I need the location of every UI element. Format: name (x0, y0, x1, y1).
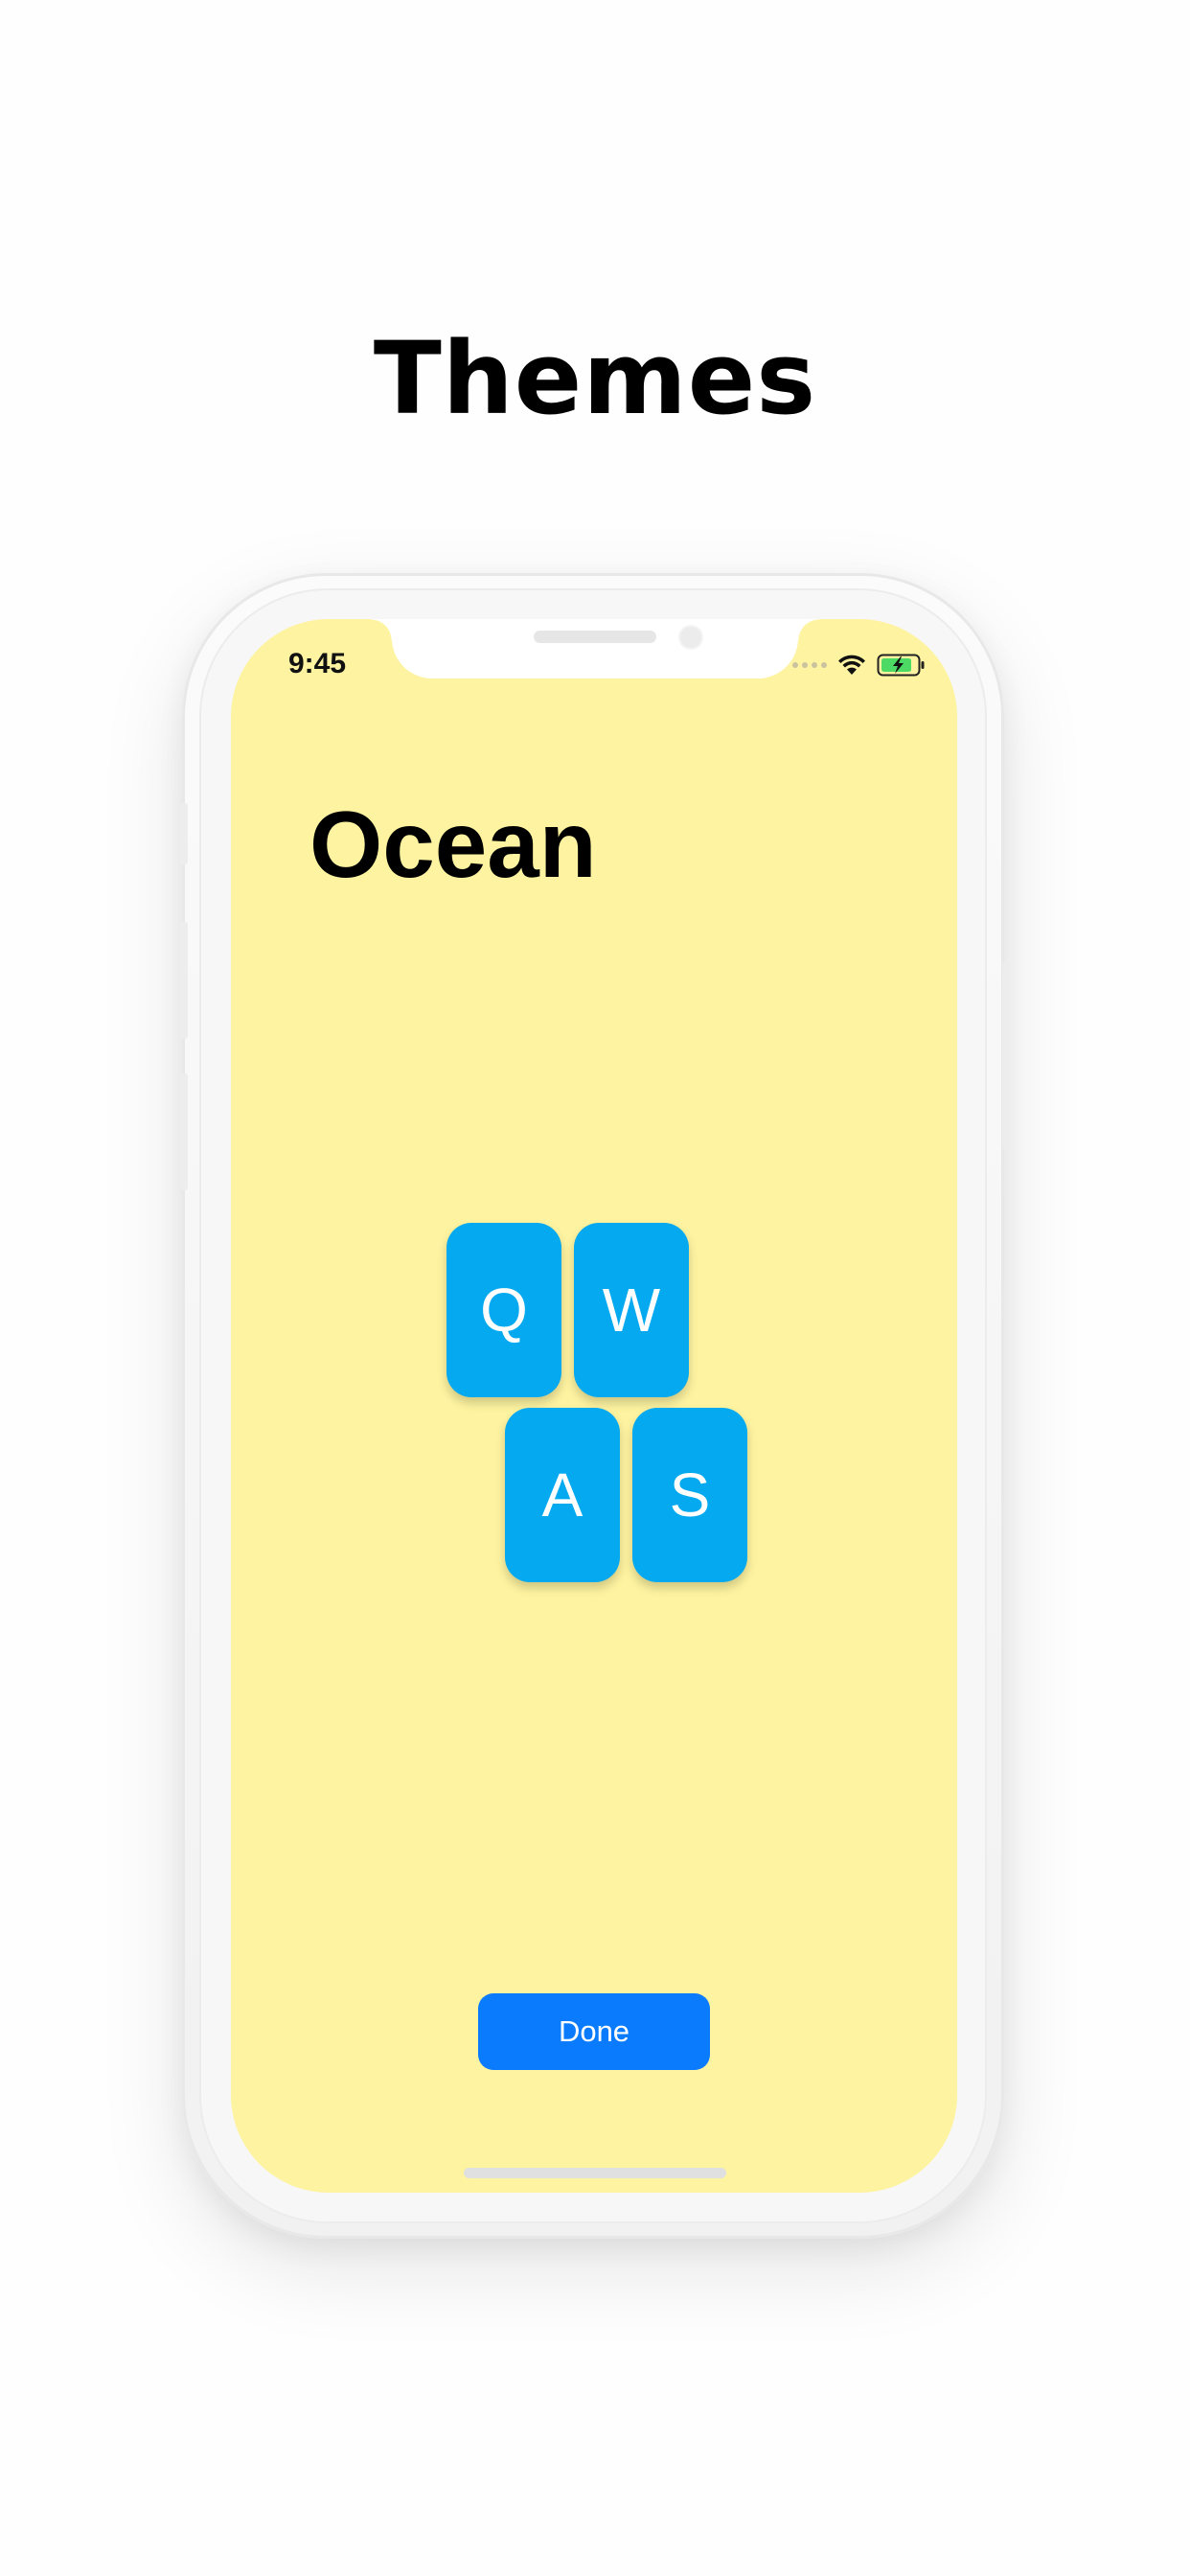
status-bar-icons (792, 648, 927, 682)
home-indicator[interactable] (464, 2168, 726, 2178)
promo-heading: Themes (373, 320, 817, 437)
phone-volume-down-button (180, 1073, 188, 1190)
key-a[interactable]: A (505, 1408, 620, 1582)
key-q[interactable]: Q (446, 1223, 561, 1397)
phone-volume-up-button (180, 922, 188, 1039)
cellular-signal-icon (792, 662, 827, 668)
phone-screen: 9:45 Ocean Q W A S Done (231, 619, 957, 2193)
key-s[interactable]: S (632, 1408, 747, 1582)
wifi-icon (838, 655, 865, 675)
battery-charging-icon (877, 654, 925, 677)
key-w[interactable]: W (574, 1223, 689, 1397)
phone-front-camera (678, 625, 703, 650)
status-bar-time: 9:45 (288, 648, 347, 679)
app-store-screenshot: Themes 9:45 Ocean Q W A S Done (0, 0, 1190, 2576)
phone-speaker (534, 631, 656, 643)
phone-notch (371, 619, 819, 678)
theme-title: Ocean (309, 792, 597, 897)
done-button[interactable]: Done (478, 1993, 710, 2070)
phone-power-button (1002, 962, 1010, 1150)
phone-silent-switch (180, 803, 188, 864)
